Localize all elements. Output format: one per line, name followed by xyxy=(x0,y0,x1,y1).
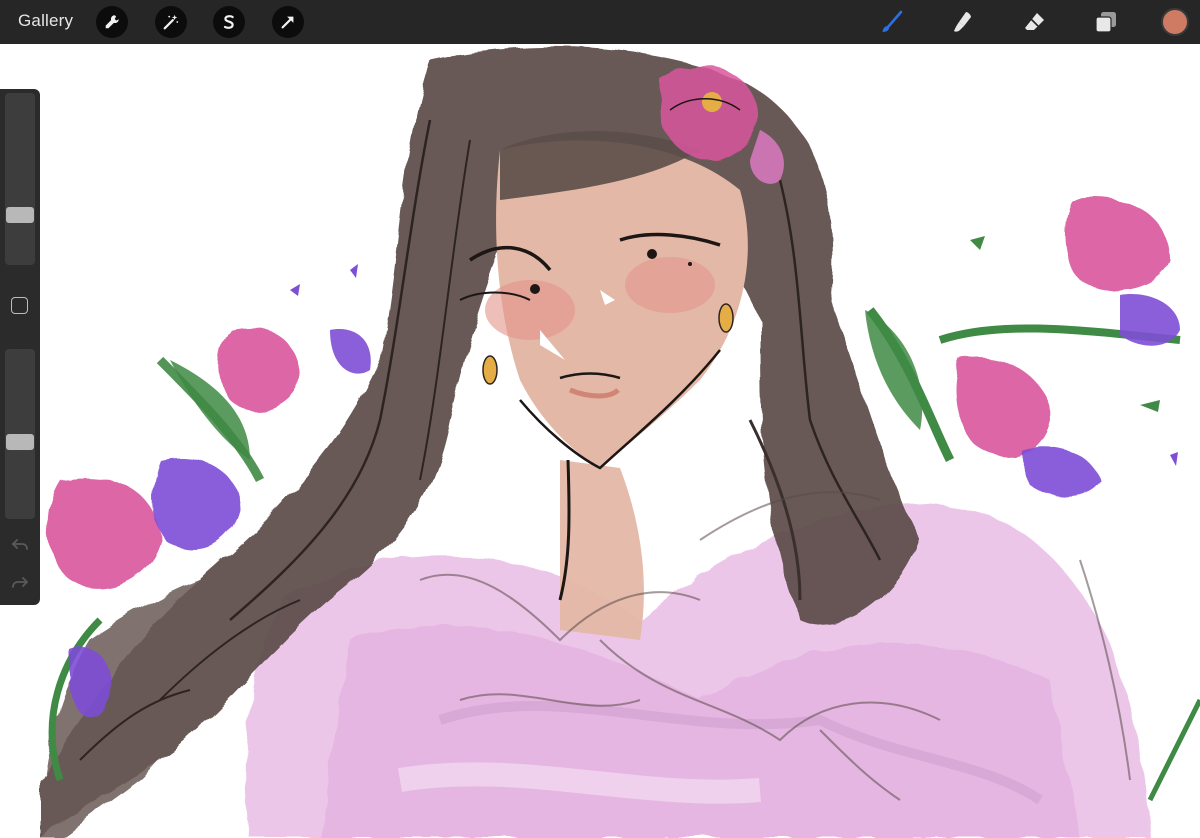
selection-s-icon xyxy=(223,15,234,29)
eraser-icon xyxy=(1025,13,1044,30)
transform-button[interactable] xyxy=(272,6,304,38)
redo-button[interactable] xyxy=(10,573,30,593)
brush-size-thumb[interactable] xyxy=(6,207,34,223)
artwork xyxy=(40,46,1200,838)
left-sidebar xyxy=(0,89,40,605)
color-picker-button[interactable] xyxy=(1161,8,1189,36)
modify-button[interactable] xyxy=(11,297,28,314)
brush-tool-button[interactable] xyxy=(878,8,906,36)
opacity-thumb[interactable] xyxy=(6,434,34,450)
top-toolbar: Gallery xyxy=(0,0,1200,44)
brush-size-slider[interactable] xyxy=(5,93,35,265)
drawing-canvas[interactable] xyxy=(0,44,1200,838)
undo-button[interactable] xyxy=(10,535,30,555)
undo-icon xyxy=(11,539,28,550)
redo-icon xyxy=(12,577,29,588)
smudge-icon xyxy=(954,12,971,32)
layers-icon xyxy=(1095,12,1116,33)
layers-button[interactable] xyxy=(1092,8,1120,36)
brush-icon xyxy=(882,10,903,32)
adjustments-button[interactable] xyxy=(155,6,187,38)
eraser-tool-button[interactable] xyxy=(1021,8,1049,36)
arrow-cursor-icon xyxy=(281,16,294,29)
gallery-button[interactable]: Gallery xyxy=(18,11,73,31)
actions-button[interactable] xyxy=(96,6,128,38)
selection-button[interactable] xyxy=(213,6,245,38)
procreate-app: Gallery xyxy=(0,0,1200,838)
magic-wand-icon xyxy=(163,14,179,30)
opacity-slider[interactable] xyxy=(5,349,35,519)
smudge-tool-button[interactable] xyxy=(950,8,978,36)
wrench-icon xyxy=(105,15,119,29)
